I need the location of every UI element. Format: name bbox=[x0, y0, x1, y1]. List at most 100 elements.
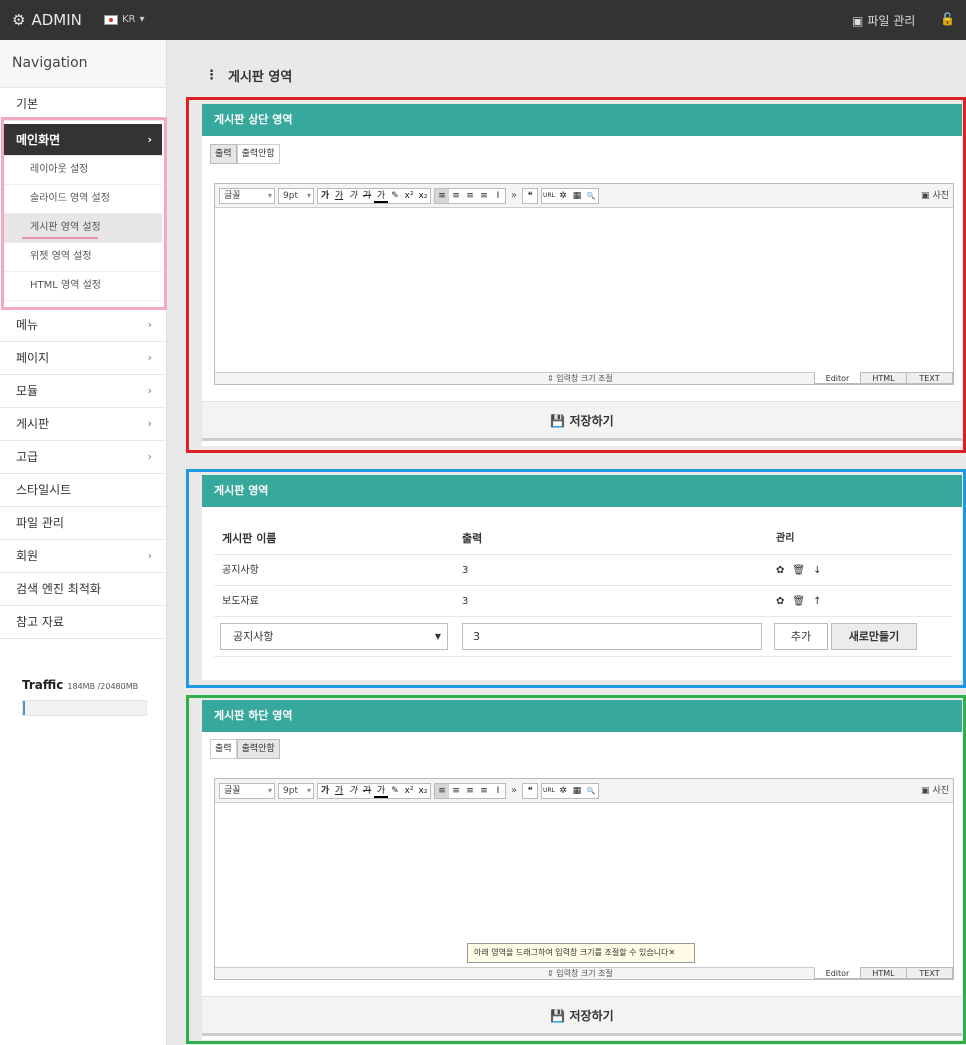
sidebar-item-main-screen[interactable]: 메인화면 › bbox=[4, 124, 162, 156]
chevron-right-icon: › bbox=[147, 417, 152, 430]
bold-button[interactable]: 가 bbox=[318, 189, 332, 203]
font-select[interactable]: 글꼴 bbox=[219, 782, 275, 799]
gear-icon[interactable]: ✿ bbox=[776, 586, 784, 617]
output-on-button[interactable]: 출력 bbox=[210, 739, 237, 759]
url-button[interactable]: URL bbox=[542, 784, 556, 798]
quote-button[interactable]: ❝ bbox=[523, 784, 537, 798]
sidebar-item-file-manager[interactable]: 파일 관리 bbox=[0, 507, 166, 540]
font-select[interactable]: 글꼴 bbox=[219, 187, 275, 204]
file-manager-link[interactable]: ▣ 파일 관리 bbox=[852, 12, 915, 29]
sidebar-sub-html[interactable]: HTML 영역 설정 bbox=[4, 272, 162, 301]
font-size-select[interactable]: 9pt bbox=[278, 782, 314, 799]
mode-text-tab[interactable]: TEXT bbox=[906, 967, 953, 979]
bottom-save-button[interactable]: 💾 저장하기 bbox=[202, 996, 962, 1036]
text-color-button[interactable]: 가 bbox=[374, 189, 388, 203]
highlight-color-icon[interactable]: ✎ bbox=[388, 189, 402, 203]
resize-handle[interactable]: ⇕ 입력창 크기 조절 bbox=[547, 373, 613, 384]
sidebar-sub-widget[interactable]: 위젯 영역 설정 bbox=[4, 243, 162, 272]
align-justify-button[interactable]: ≡ bbox=[477, 784, 491, 798]
align-center-button[interactable]: ≡ bbox=[449, 784, 463, 798]
close-icon[interactable]: ✕ bbox=[668, 948, 675, 957]
strike-button[interactable]: 가 bbox=[360, 189, 374, 203]
top-save-button[interactable]: 💾 저장하기 bbox=[202, 401, 962, 441]
gear-icon[interactable]: ✿ bbox=[776, 555, 784, 586]
output-off-button[interactable]: 출력안함 bbox=[236, 144, 280, 164]
underline-button[interactable]: 가 bbox=[332, 189, 346, 203]
mode-text-tab[interactable]: TEXT bbox=[906, 372, 953, 384]
align-justify-button[interactable]: ≡ bbox=[477, 189, 491, 203]
floppy-icon: 💾 bbox=[550, 414, 566, 428]
photo-button[interactable]: ▣ 사진 bbox=[921, 783, 949, 796]
quote-button[interactable]: ❝ bbox=[523, 189, 537, 203]
output-on-button[interactable]: 출력 bbox=[210, 144, 237, 164]
sidebar-sub-slide[interactable]: 슬라이드 영역 설정 bbox=[4, 185, 162, 214]
bold-button[interactable]: 가 bbox=[318, 784, 332, 798]
output-off-button[interactable]: 출력안함 bbox=[236, 739, 280, 759]
text-color-button[interactable]: 가 bbox=[374, 784, 388, 798]
align-right-button[interactable]: ≡ bbox=[463, 784, 477, 798]
editor-content-area[interactable] bbox=[215, 208, 953, 372]
unlock-icon[interactable]: 🔓 bbox=[940, 12, 955, 26]
font-size-select[interactable]: 9pt bbox=[278, 187, 314, 204]
sidebar-item-reference[interactable]: 참고 자료 bbox=[0, 606, 166, 639]
align-left-button[interactable]: ≡ bbox=[435, 783, 449, 798]
language-selector[interactable]: KR ▾ bbox=[104, 14, 145, 25]
mode-html-tab[interactable]: HTML bbox=[860, 372, 907, 384]
mode-editor-tab[interactable]: Editor bbox=[814, 967, 861, 979]
find-button[interactable]: 🔍 bbox=[584, 189, 598, 203]
admin-brand[interactable]: ⚙ ADMIN bbox=[12, 11, 82, 29]
sidebar-item-member[interactable]: 회원 › bbox=[0, 540, 166, 573]
arrow-up-icon[interactable]: ↑ bbox=[813, 586, 821, 617]
editor-content-area[interactable]: 아래 영역을 드래그하여 입력창 크기를 조절할 수 있습니다✕ bbox=[215, 803, 953, 967]
special-char-button[interactable]: ✲ bbox=[556, 784, 570, 798]
align-center-button[interactable]: ≡ bbox=[449, 189, 463, 203]
table-button[interactable]: ▦ bbox=[570, 189, 584, 203]
photo-button[interactable]: ▣ 사진 bbox=[921, 188, 949, 201]
more-icon[interactable]: » bbox=[509, 785, 519, 796]
create-new-button[interactable]: 새로만들기 bbox=[831, 623, 917, 650]
sidebar-sub-board[interactable]: 게시판 영역 설정 bbox=[4, 214, 162, 243]
chevron-right-icon: › bbox=[147, 133, 152, 146]
sidebar-item-board[interactable]: 게시판 › bbox=[0, 408, 166, 441]
special-char-button[interactable]: ✲ bbox=[556, 189, 570, 203]
line-height-button[interactable]: I bbox=[491, 784, 505, 798]
find-button[interactable]: 🔍 bbox=[584, 784, 598, 798]
subscript-button[interactable]: x₂ bbox=[416, 784, 430, 798]
traffic-label: Traffic 184MB /20480MB bbox=[22, 678, 138, 692]
manage-actions: ✿ 🗑 ↑ bbox=[776, 586, 821, 617]
resize-handle[interactable]: ⇕ 입력창 크기 조절 bbox=[547, 968, 613, 979]
align-left-button[interactable]: ≡ bbox=[435, 188, 449, 203]
sidebar-item-module[interactable]: 모듈 › bbox=[0, 375, 166, 408]
board-select[interactable]: 공지사항 ▼ bbox=[220, 623, 448, 650]
table-button[interactable]: ▦ bbox=[570, 784, 584, 798]
url-button[interactable]: URL bbox=[542, 189, 556, 203]
italic-button[interactable]: 가 bbox=[346, 189, 360, 203]
arrow-down-icon[interactable]: ↓ bbox=[813, 555, 821, 586]
sidebar-item-basic[interactable]: 기본 bbox=[0, 88, 166, 121]
sidebar-item-stylesheet[interactable]: 스타일시트 bbox=[0, 474, 166, 507]
superscript-button[interactable]: x² bbox=[402, 189, 416, 203]
superscript-button[interactable]: x² bbox=[402, 784, 416, 798]
trash-icon[interactable]: 🗑 bbox=[792, 586, 805, 617]
mode-editor-tab[interactable]: Editor bbox=[814, 372, 861, 384]
align-right-button[interactable]: ≡ bbox=[463, 189, 477, 203]
count-input[interactable]: 3 bbox=[462, 623, 762, 650]
sidebar-item-label: 메뉴 bbox=[16, 318, 39, 332]
sidebar-item-seo[interactable]: 검색 엔진 최적화 bbox=[0, 573, 166, 606]
strike-button[interactable]: 가 bbox=[360, 784, 374, 798]
underline-button[interactable]: 가 bbox=[332, 784, 346, 798]
sidebar-sub-layout[interactable]: 레이아웃 설정 bbox=[4, 156, 162, 185]
sidebar-item-menu[interactable]: 메뉴 › bbox=[0, 309, 166, 342]
add-button[interactable]: 추가 bbox=[774, 623, 828, 650]
more-icon[interactable]: » bbox=[509, 190, 519, 201]
sidebar-item-page[interactable]: 페이지 › bbox=[0, 342, 166, 375]
subscript-button[interactable]: x₂ bbox=[416, 189, 430, 203]
italic-button[interactable]: 가 bbox=[346, 784, 360, 798]
highlight-color-icon[interactable]: ✎ bbox=[388, 784, 402, 798]
mode-html-tab[interactable]: HTML bbox=[860, 967, 907, 979]
trash-icon[interactable]: 🗑 bbox=[792, 555, 805, 586]
sidebar-item-advanced[interactable]: 고급 › bbox=[0, 441, 166, 474]
board-count-cell: 3 bbox=[462, 565, 469, 576]
table-header-row: 게시판 이름 출력 관리 bbox=[214, 523, 952, 555]
line-height-button[interactable]: I bbox=[491, 189, 505, 203]
